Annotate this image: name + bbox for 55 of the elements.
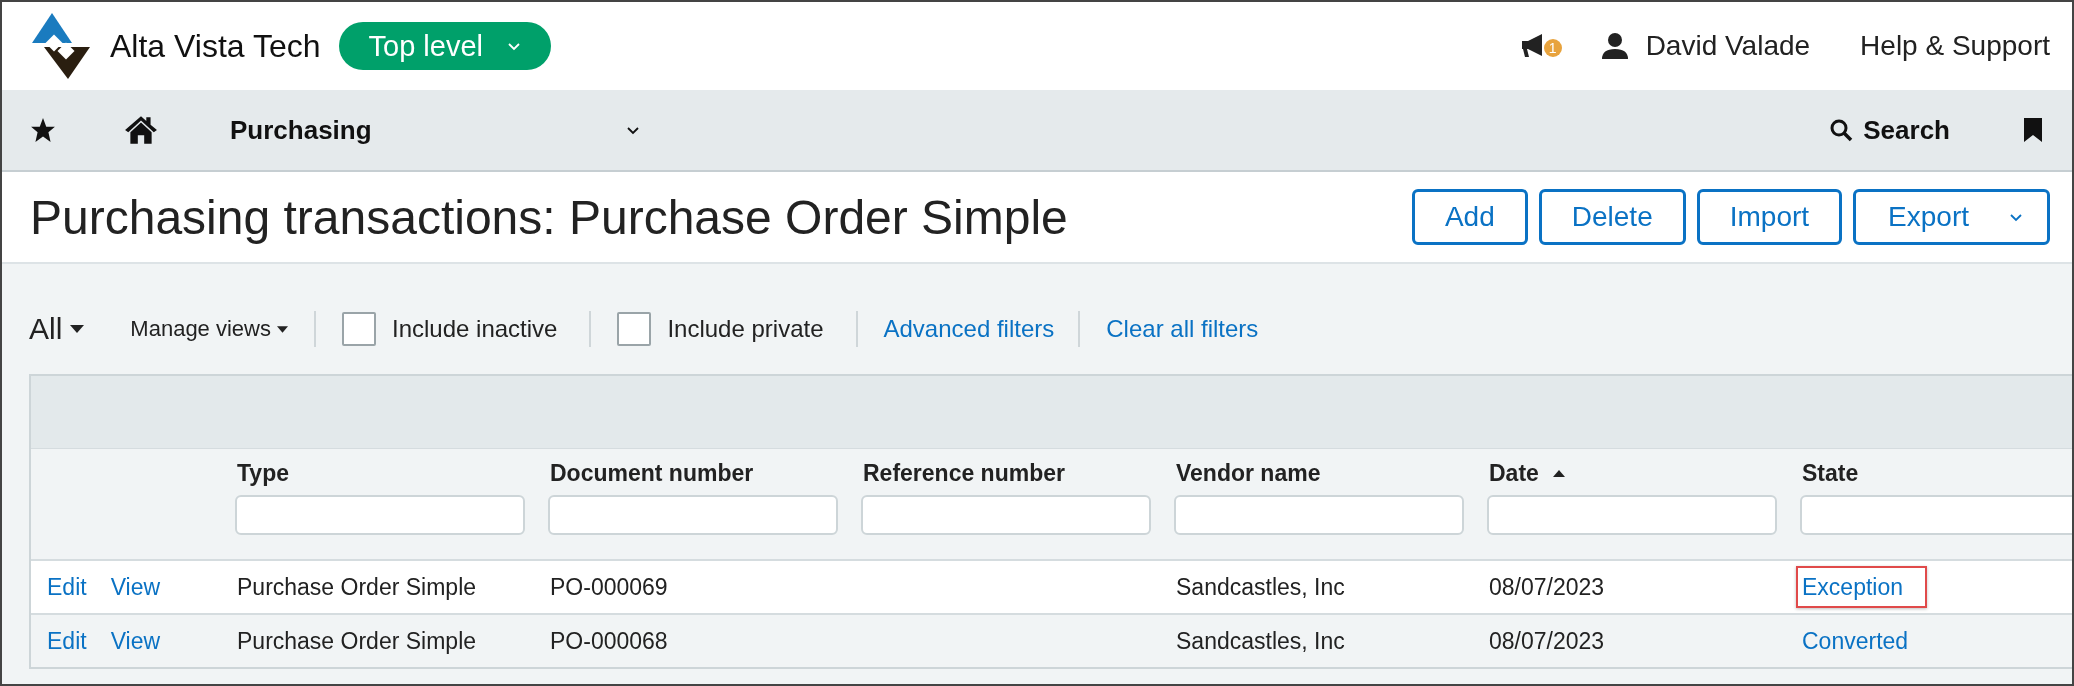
column-header[interactable]: Vendor name [1176,459,1321,487]
page-title: Purchasing transactions: Purchase Order Simple [30,189,1068,245]
filter-link[interactable]: Clear all filters [1106,315,1259,343]
row-action-link[interactable]: View [110,573,161,601]
table-cell: PO-000068 [550,627,668,654]
checkbox[interactable] [342,312,376,346]
action-button[interactable]: Import [1696,189,1843,245]
caret-down-icon [70,325,85,333]
row-action-link[interactable]: View [110,627,161,655]
export-menu-button[interactable]: Export [1853,189,2050,245]
table-cell: Purchase Order Simple [237,627,477,654]
column-header[interactable]: Reference number [863,459,1065,487]
column-filter-field[interactable] [1487,495,1777,535]
view-dropdown[interactable]: All [29,312,85,346]
user-name-link[interactable]: David Valade [1645,30,1811,62]
row-action-link[interactable]: Edit [47,627,87,655]
chevron-down-icon [506,40,521,52]
table-cell: Purchase Order Simple [237,573,477,600]
caret-down-icon [277,325,288,333]
filter-link[interactable]: Advanced filters [883,315,1055,343]
home-icon[interactable] [124,115,158,145]
column-filter-field[interactable] [548,495,838,535]
user-icon[interactable] [1601,33,1628,59]
search-icon [1829,118,1854,142]
column-filter-field[interactable] [861,495,1151,535]
column-filter-field[interactable] [1800,495,2072,535]
column-header[interactable]: Type [237,459,289,487]
checkbox-label[interactable]: Include inactive [392,315,558,343]
column-header[interactable]: Document number [550,459,754,487]
table-cell: Sandcastles, Inc [1176,573,1345,600]
action-button[interactable]: Add [1411,189,1528,245]
bookmark-icon[interactable] [2024,118,2042,142]
column-filter-field[interactable] [1174,495,1464,535]
manage-views-dropdown[interactable]: Manage views [130,316,288,342]
chevron-down-icon [2009,211,2023,223]
notification-badge: 1 [1543,39,1562,57]
star-icon[interactable] [30,117,56,143]
column-header[interactable]: State [1802,459,1859,487]
chevron-down-icon [626,124,640,136]
company-name: Alta Vista Tech [110,27,321,65]
state-link[interactable]: Exception [1796,565,1927,608]
checkbox[interactable] [617,312,652,346]
state-link[interactable]: Converted [1796,619,1933,662]
column-header[interactable]: Date [1489,459,1539,487]
table-cell: Sandcastles, Inc [1176,627,1345,654]
table-cell: PO-000069 [550,573,668,600]
search-button[interactable]: Search [1829,114,1950,146]
table-cell: 08/07/2023 [1489,573,1605,600]
help-support-link[interactable]: Help & Support [1860,30,2050,62]
checkbox-label[interactable]: Include private [667,315,824,343]
table-cell: 08/07/2023 [1489,627,1605,654]
action-button[interactable]: Delete [1538,189,1686,245]
column-filter-field[interactable] [235,495,525,535]
module-dropdown[interactable]: Purchasing [230,114,640,146]
row-action-link[interactable]: Edit [47,573,87,601]
